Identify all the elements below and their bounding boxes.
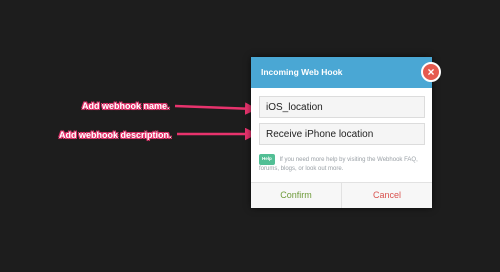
annotation-webhook-description: Add webhook description. [59,130,172,140]
annotation-webhook-name: Add webhook name. [82,101,170,111]
close-button[interactable]: × [421,62,441,82]
arrow-icon [174,102,258,115]
help-text: If you need more help by visiting the We… [259,157,418,172]
close-icon: × [427,65,435,79]
dialog-footer: Confirm Cancel [251,182,432,208]
help-badge: Help [259,154,275,165]
confirm-button[interactable]: Confirm [251,183,342,208]
cancel-button[interactable]: Cancel [342,183,432,208]
webhook-name-input[interactable] [259,96,425,118]
webhook-description-input[interactable] [259,123,425,145]
incoming-webhook-dialog: Incoming Web Hook × Help If you need mor… [251,57,441,208]
dialog-title: Incoming Web Hook [251,57,432,88]
help-section: Help If you need more help by visiting t… [259,154,425,173]
